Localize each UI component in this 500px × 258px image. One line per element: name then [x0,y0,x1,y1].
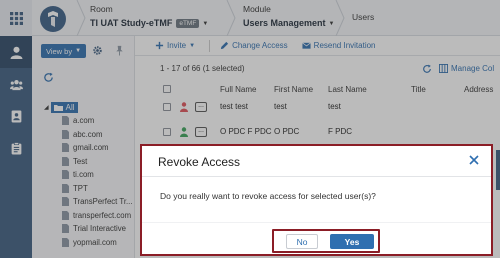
dialog-message: Do you really want to revoke access for … [160,191,376,201]
dialog-header-divider [142,176,491,177]
dialog-button-group: No Yes [272,229,380,253]
yes-button[interactable]: Yes [330,234,374,249]
dialog-footer-divider [142,222,491,223]
dialog-title: Revoke Access [158,155,241,169]
revoke-access-dialog: Revoke Access Do you really want to revo… [140,144,493,256]
close-icon[interactable] [469,155,479,165]
no-label: No [296,236,308,247]
yes-label: Yes [344,236,360,247]
no-button[interactable]: No [286,234,318,249]
